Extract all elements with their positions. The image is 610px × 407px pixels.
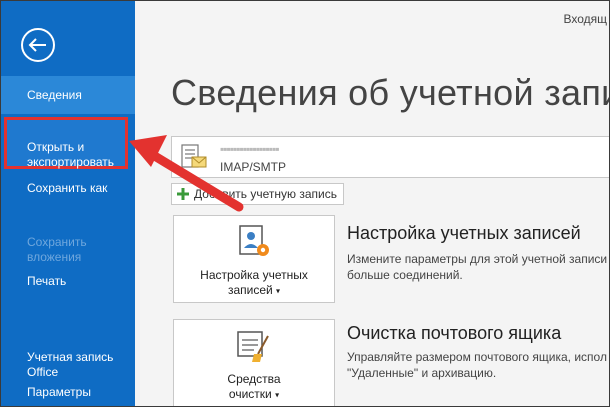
sidebar-item-open-export[interactable]: Открыть и экспортировать	[1, 125, 135, 170]
cleanup-tools-button[interactable]: Средства очистки ▾	[173, 319, 335, 406]
add-account-label: Добавить учетную запись	[194, 187, 337, 201]
account-selector[interactable]: ▪▪▪▪▪▪▪▪▪▪▪▪▪▪▪▪▪▪ IMAP/SMTP	[171, 136, 609, 178]
section-desc-account-settings-1: Измените параметры для этой учетной запи…	[347, 252, 608, 266]
backstage-sidebar: Сведения Открыть и экспортировать Сохран…	[1, 1, 135, 406]
sidebar-item-office-account[interactable]: Учетная запись Office	[1, 335, 135, 380]
page-title: Сведения об учетной запи	[171, 72, 610, 113]
add-account-button[interactable]: Добавить учетную запись	[171, 183, 344, 205]
sidebar-item-label: Сведения	[27, 88, 82, 102]
account-settings-icon	[239, 225, 269, 256]
sidebar-item-label: Параметры	[27, 385, 91, 399]
section-desc-account-settings-2: больше соединений.	[347, 268, 463, 282]
chevron-down-icon: ▾	[275, 390, 280, 400]
sidebar-item-label: Печать	[27, 274, 67, 288]
sidebar-item-save-attachments[interactable]: Сохранить вложения	[1, 220, 135, 265]
section-title-account-settings: Настройка учетных записей	[347, 223, 581, 243]
account-type: IMAP/SMTP	[220, 160, 287, 174]
sidebar-item-label: Открыть и экспортировать	[27, 140, 115, 169]
account-card-icon	[181, 144, 207, 168]
inbox-label: Входящ	[563, 12, 607, 26]
sidebar-item-label: Учетная запись Office	[27, 350, 114, 379]
plus-icon	[177, 188, 189, 200]
backstage-main: Входящ Сведения об учетной запи ▪▪▪▪▪▪▪▪…	[135, 1, 609, 406]
outlook-backstage-window: Сведения Открыть и экспортировать Сохран…	[0, 0, 610, 407]
chevron-down-icon: ▾	[276, 286, 281, 296]
section-desc-mailbox-cleanup-2: "Удаленные" и архивацию.	[347, 366, 497, 380]
sidebar-item-options[interactable]: Параметры	[1, 385, 135, 400]
sidebar-item-print[interactable]: Печать	[1, 274, 135, 289]
section-title-mailbox-cleanup: Очистка почтового ящика	[347, 323, 562, 343]
section-desc-mailbox-cleanup-1: Управляйте размером почтового ящика, исп…	[347, 350, 607, 364]
account-settings-button[interactable]: Настройка учетных записей ▾	[173, 215, 335, 303]
sidebar-item-label: Сохранить как	[27, 181, 108, 195]
sidebar-item-save-as[interactable]: Сохранить как	[1, 181, 135, 196]
cleanup-tools-icon	[237, 331, 269, 362]
account-name: ▪▪▪▪▪▪▪▪▪▪▪▪▪▪▪▪▪▪	[220, 142, 280, 156]
cleanup-tools-label: Средства очистки ▾	[227, 372, 281, 401]
sidebar-item-info[interactable]: Сведения	[1, 76, 135, 114]
back-arrow-icon[interactable]	[20, 27, 56, 63]
account-settings-label: Настройка учетных записей ▾	[200, 268, 308, 297]
sidebar-item-label: Сохранить вложения	[27, 235, 87, 264]
